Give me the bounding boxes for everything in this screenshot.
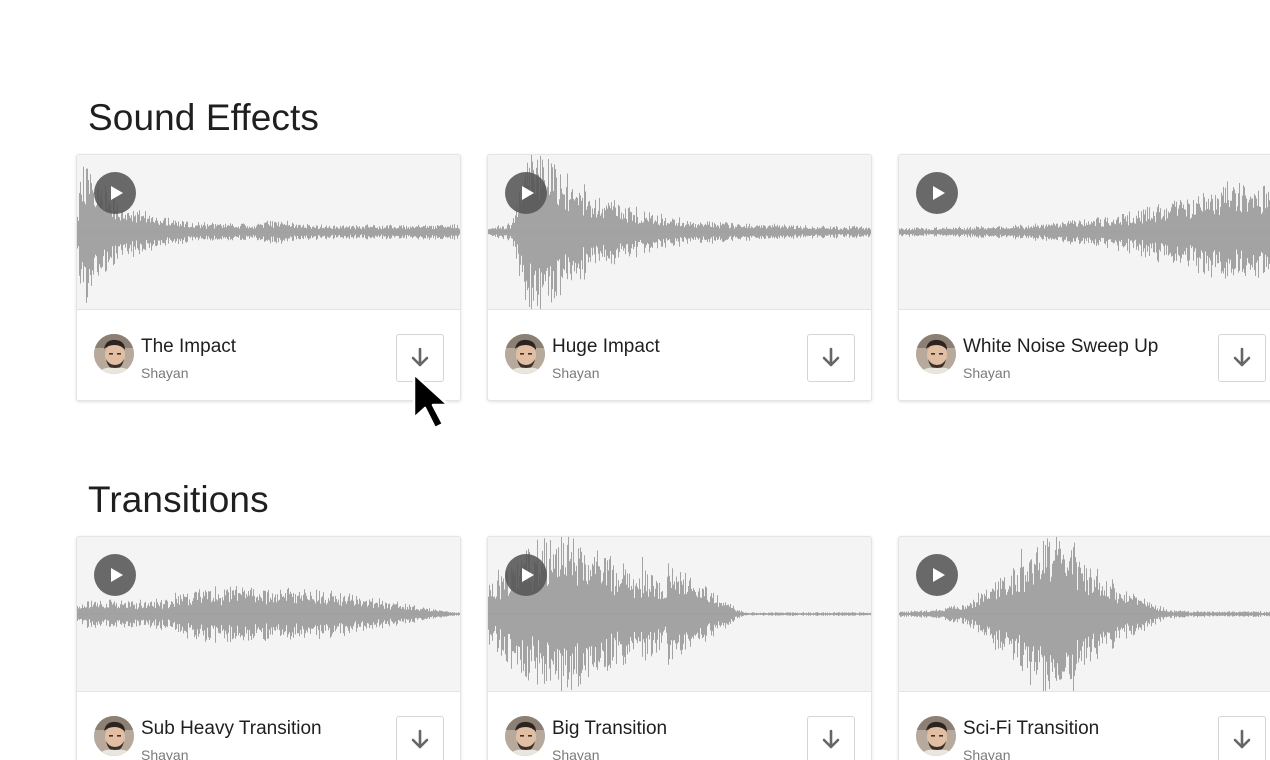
track-title[interactable]: White Noise Sweep Up [963, 334, 1158, 360]
track-title[interactable]: Big Transition [552, 716, 667, 742]
download-button[interactable] [1218, 716, 1266, 760]
avatar[interactable] [94, 716, 134, 756]
track-title[interactable]: The Impact [141, 334, 236, 360]
avatar[interactable] [505, 716, 545, 756]
play-button[interactable] [505, 172, 547, 214]
waveform-area[interactable] [899, 537, 1270, 692]
download-arrow-icon [411, 347, 429, 367]
play-icon [522, 186, 534, 200]
track-card: Huge Impact Shayan [487, 154, 872, 401]
play-button[interactable] [916, 554, 958, 596]
avatar[interactable] [505, 334, 545, 374]
play-icon [933, 186, 945, 200]
play-icon [522, 568, 534, 582]
track-author[interactable]: Shayan [141, 746, 188, 760]
track-card: Sub Heavy Transition Shayan [76, 536, 461, 760]
track-card: White Noise Sweep Up Shayan [898, 154, 1270, 401]
track-info: The Impact Shayan [77, 310, 460, 400]
page: Sound Effects The Impact Shayan Huge Imp… [0, 0, 1270, 760]
track-title[interactable]: Sci-Fi Transition [963, 716, 1099, 742]
play-button[interactable] [505, 554, 547, 596]
track-info: Big Transition Shayan [488, 692, 871, 760]
download-button[interactable] [807, 716, 855, 760]
play-icon [111, 568, 123, 582]
play-button[interactable] [94, 554, 136, 596]
track-author[interactable]: Shayan [141, 364, 188, 382]
track-author[interactable]: Shayan [552, 364, 599, 382]
play-button[interactable] [94, 172, 136, 214]
play-button[interactable] [916, 172, 958, 214]
avatar[interactable] [916, 716, 956, 756]
avatar[interactable] [916, 334, 956, 374]
section-title: Transitions [88, 479, 269, 520]
track-title[interactable]: Sub Heavy Transition [141, 716, 322, 742]
track-card: Big Transition Shayan [487, 536, 872, 760]
track-title[interactable]: Huge Impact [552, 334, 660, 360]
track-card: The Impact Shayan [76, 154, 461, 401]
waveform-area[interactable] [488, 155, 871, 310]
track-info: Sub Heavy Transition Shayan [77, 692, 460, 760]
track-info: Sci-Fi Transition Shayan [899, 692, 1270, 760]
section-title: Sound Effects [88, 97, 319, 138]
play-icon [111, 186, 123, 200]
download-arrow-icon [1233, 347, 1251, 367]
waveform-area[interactable] [77, 155, 460, 310]
play-icon [933, 568, 945, 582]
track-author[interactable]: Shayan [963, 364, 1010, 382]
avatar[interactable] [94, 334, 134, 374]
waveform-area[interactable] [899, 155, 1270, 310]
download-button[interactable] [396, 334, 444, 382]
download-button[interactable] [1218, 334, 1266, 382]
track-info: Huge Impact Shayan [488, 310, 871, 400]
download-arrow-icon [822, 347, 840, 367]
waveform-area[interactable] [77, 537, 460, 692]
download-arrow-icon [1233, 729, 1251, 749]
track-author[interactable]: Shayan [963, 746, 1010, 760]
download-button[interactable] [396, 716, 444, 760]
track-info: White Noise Sweep Up Shayan [899, 310, 1270, 400]
waveform-area[interactable] [488, 537, 871, 692]
download-arrow-icon [411, 729, 429, 749]
track-card: Sci-Fi Transition Shayan [898, 536, 1270, 760]
track-author[interactable]: Shayan [552, 746, 599, 760]
download-button[interactable] [807, 334, 855, 382]
download-arrow-icon [822, 729, 840, 749]
